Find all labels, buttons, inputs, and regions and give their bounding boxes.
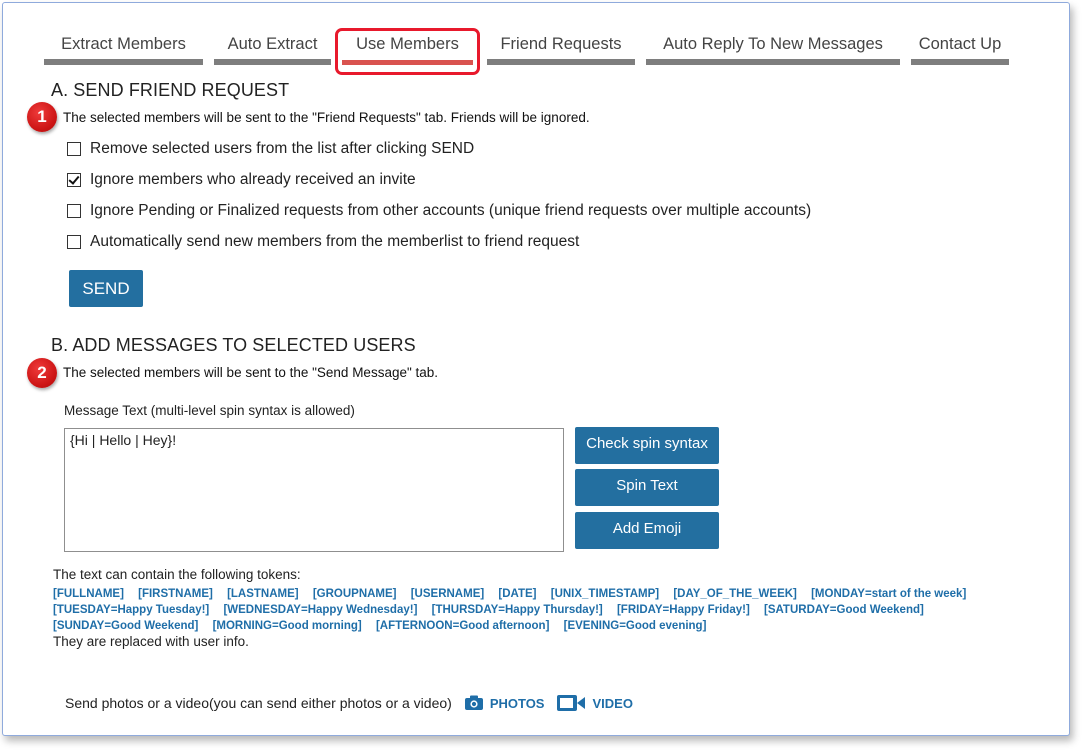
tab-underline <box>911 59 1009 65</box>
video-label: VIDEO <box>592 695 633 711</box>
spin-text-button[interactable]: Spin Text <box>575 469 719 506</box>
tab-contact-up[interactable]: Contact Up <box>911 33 1009 65</box>
token: [TUESDAY=Happy Tuesday!] <box>53 604 210 616</box>
check-spin-syntax-button[interactable]: Check spin syntax <box>575 427 719 464</box>
token: [FRIDAY=Happy Friday!] <box>616 604 750 616</box>
token: [USERNAME] <box>410 588 485 600</box>
option-label: Ignore members who already received an i… <box>90 171 416 188</box>
tab-underline <box>646 59 900 65</box>
step-badge-2: 2 <box>27 358 57 388</box>
message-textarea[interactable]: {Hi | Hello | Hey}! <box>64 428 564 552</box>
token: [AFTERNOON=Good afternoon] <box>375 620 550 632</box>
tab-label: Extract Members <box>61 35 186 53</box>
option-ignore-invited[interactable]: Ignore members who already received an i… <box>67 170 416 190</box>
tab-label: Friend Requests <box>500 35 622 53</box>
camera-icon <box>464 695 483 710</box>
message-text-label: Message Text (multi-level spin syntax is… <box>64 403 355 418</box>
tab-extract-members[interactable]: Extract Members <box>44 33 203 65</box>
tab-label: Auto Reply To New Messages <box>663 35 883 53</box>
tab-underline <box>214 59 331 65</box>
section-b-title: B. ADD MESSAGES TO SELECTED USERS <box>51 335 416 355</box>
media-text: Send photos or a video(you can send eith… <box>65 695 452 711</box>
token: [DAY_OF_THE_WEEK] <box>673 588 797 600</box>
token: [THURSDAY=Happy Thursday!] <box>431 604 603 616</box>
token-list: [FULLNAME] [FIRSTNAME] [LASTNAME] [GROUP… <box>53 586 1043 634</box>
option-label: Ignore Pending or Finalized requests fro… <box>90 202 812 219</box>
tab-auto-reply[interactable]: Auto Reply To New Messages <box>646 33 900 65</box>
token: [FIRSTNAME] <box>138 588 213 600</box>
tab-label: Auto Extract <box>227 35 318 53</box>
checkbox-checked[interactable] <box>67 173 81 187</box>
photos-label: PHOTOS <box>489 695 545 711</box>
token: [DATE] <box>498 588 537 600</box>
token: [UNIX_TIMESTAMP] <box>550 588 660 600</box>
media-row: Send photos or a video(you can send eith… <box>65 692 633 714</box>
token: [GROUPNAME] <box>312 588 397 600</box>
tab-underline <box>44 59 203 65</box>
app-window: Extract Members Auto Extract Use Members… <box>2 2 1070 736</box>
option-label: Remove selected users from the list afte… <box>90 140 475 157</box>
video-camera-icon <box>557 695 586 711</box>
step-badge-1: 1 <box>27 102 57 132</box>
send-button[interactable]: SEND <box>69 270 143 307</box>
token: [MONDAY=start of the week] <box>811 588 967 600</box>
token: [SUNDAY=Good Weekend] <box>53 620 199 632</box>
video-link[interactable]: VIDEO <box>556 694 633 712</box>
checkbox[interactable] <box>67 235 81 249</box>
section-b-note: The selected members will be sent to the… <box>63 365 439 380</box>
tab-label: Contact Up <box>918 35 1002 53</box>
tab-highlight-outline <box>335 28 480 75</box>
token: [FULLNAME] <box>53 588 124 600</box>
option-auto-send[interactable]: Automatically send new members from the … <box>67 232 579 252</box>
token: [MORNING=Good morning] <box>212 620 362 632</box>
tab-underline <box>487 59 635 65</box>
section-a-note: The selected members will be sent to the… <box>63 110 590 125</box>
token: [SATURDAY=Good Weekend] <box>763 604 924 616</box>
photos-link[interactable]: PHOTOS <box>464 695 545 711</box>
option-label: Automatically send new members from the … <box>90 233 580 250</box>
tab-friend-requests[interactable]: Friend Requests <box>487 33 635 65</box>
token: [WEDNESDAY=Happy Wednesday!] <box>223 604 418 616</box>
section-a-title: A. SEND FRIEND REQUEST <box>51 80 290 100</box>
tokens-outro: They are replaced with user info. <box>53 634 249 649</box>
token: [EVENING=Good evening] <box>563 620 707 632</box>
token: [LASTNAME] <box>227 588 299 600</box>
add-emoji-button[interactable]: Add Emoji <box>575 512 719 549</box>
option-remove-selected[interactable]: Remove selected users from the list afte… <box>67 139 474 159</box>
checkbox[interactable] <box>67 204 81 218</box>
tab-auto-extract[interactable]: Auto Extract <box>214 33 331 65</box>
option-ignore-pending[interactable]: Ignore Pending or Finalized requests fro… <box>67 201 811 221</box>
checkbox[interactable] <box>67 142 81 156</box>
tokens-intro: The text can contain the following token… <box>53 567 301 582</box>
